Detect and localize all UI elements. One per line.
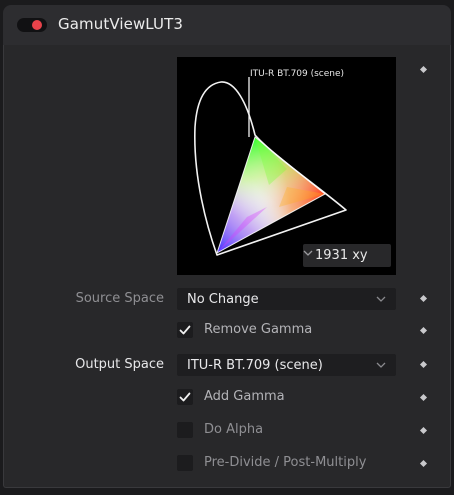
chevron-down-icon — [303, 250, 313, 256]
tool-header: GamutViewLUT3 — [3, 5, 451, 45]
checkmark-icon — [179, 325, 191, 335]
gamut-label: ITU-R BT.709 (scene) — [250, 69, 345, 79]
output-space-dropdown[interactable]: ITU-R BT.709 (scene) — [177, 354, 396, 376]
tool-title: GamutViewLUT3 — [58, 15, 184, 33]
view-mode-value: 1931 xy — [315, 248, 368, 263]
do-alpha-label: Do Alpha — [204, 422, 264, 437]
output-space-value: ITU-R BT.709 (scene) — [187, 358, 323, 373]
source-space-value: No Change — [187, 292, 259, 307]
gamut-view: ITU-R BT.709 (scene) 1931 xy — [177, 57, 396, 275]
remove-gamma-label: Remove Gamma — [204, 322, 313, 337]
add-gamma-checkbox[interactable]: Add Gamma — [177, 389, 377, 407]
output-space-label: Output Space — [75, 357, 164, 372]
tool-enable-toggle[interactable] — [17, 18, 47, 32]
do-alpha-checkbox[interactable]: Do Alpha — [177, 422, 377, 440]
gamut-diagram — [194, 77, 347, 256]
checkbox-box[interactable] — [177, 422, 193, 438]
chevron-down-icon — [376, 296, 386, 302]
add-gamma-label: Add Gamma — [204, 389, 285, 404]
power-toggle-icon — [32, 20, 42, 30]
chevron-down-icon — [376, 362, 386, 368]
checkbox-box[interactable] — [177, 455, 193, 471]
source-space-label: Source Space — [75, 291, 164, 306]
pre-divide-label: Pre-Divide / Post-Multiply — [204, 455, 367, 470]
checkmark-icon — [179, 392, 191, 402]
view-mode-dropdown[interactable]: 1931 xy — [303, 244, 391, 267]
remove-gamma-checkbox[interactable]: Remove Gamma — [177, 322, 377, 340]
pre-divide-checkbox[interactable]: Pre-Divide / Post-Multiply — [177, 455, 407, 473]
checkbox-box[interactable] — [177, 322, 193, 338]
source-space-dropdown[interactable]: No Change — [177, 288, 396, 310]
checkbox-box[interactable] — [177, 389, 193, 405]
